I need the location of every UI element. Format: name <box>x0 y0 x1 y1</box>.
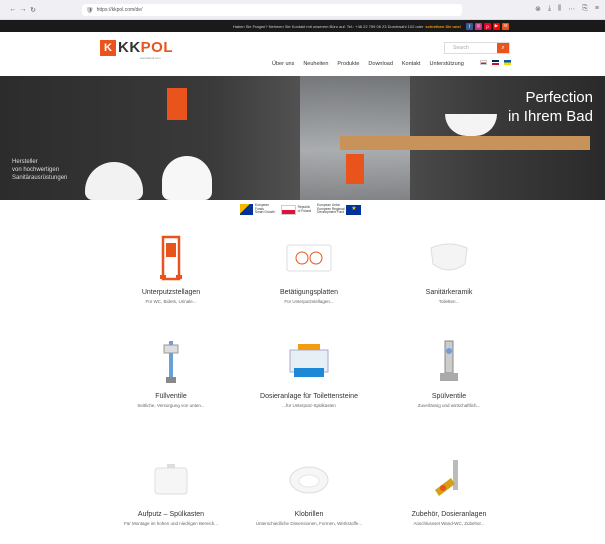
hero-banner: Perfection in Ihrem Bad Hersteller von h… <box>0 76 605 200</box>
logo-url: www.kkpol.com <box>140 56 161 60</box>
reload-icon[interactable]: ↻ <box>28 6 38 14</box>
nav-item-download[interactable]: Download <box>368 61 392 67</box>
instagram-icon[interactable]: ◎ <box>475 22 482 30</box>
pinterest-icon[interactable]: p <box>484 22 491 30</box>
product-title[interactable]: Zubehör, Dosieranlagen <box>364 511 534 518</box>
search-input[interactable]: Search <box>445 43 497 53</box>
contact-bar: Haben Sie Fragen? Nehmen Sie Kontakt mit… <box>0 20 605 32</box>
hero-washbasin-image <box>445 114 497 136</box>
product-description: Anschlussset Wand-WC, Zubehör... <box>413 521 485 526</box>
nav-item-contact[interactable]: Kontakt <box>402 61 421 67</box>
browser-toolbar: ← → ↻ 🛡 https://kkpol.com/de/ ⊗ ⤓ ⫼ ⋯ ⎘ … <box>0 0 605 20</box>
hero-wood-shelf <box>340 136 590 150</box>
account-icon[interactable]: ⎘ <box>582 5 588 13</box>
forward-icon[interactable]: → <box>18 6 28 13</box>
product-card[interactable]: Zubehör, Dosieranlagen Anschlussset Wand… <box>364 454 534 527</box>
search-icon[interactable]: ⌕ <box>497 43 509 53</box>
product-description: Zuverlässig und wirtschaftlich... <box>417 403 481 408</box>
back-icon[interactable]: ← <box>8 6 18 13</box>
site-logo[interactable]: K KKPOL www.kkpol.com <box>100 39 174 60</box>
library-icon[interactable]: ⫼ <box>558 5 561 13</box>
flag-ua-icon[interactable] <box>504 60 511 65</box>
shield-icon: 🛡 <box>86 7 94 14</box>
hero-towel-2 <box>346 154 364 184</box>
flag-pl-icon[interactable] <box>480 60 487 65</box>
site-header: K KKPOL www.kkpol.com Search ⌕ Über uns … <box>0 32 605 76</box>
extensions-icon[interactable]: ⋯ <box>568 5 575 13</box>
ceramic-toilet-image <box>364 232 534 284</box>
hero-bidet-image <box>162 156 212 200</box>
product-title[interactable]: Spülventile <box>364 393 534 400</box>
contact-link[interactable]: schreiben Sie uns! <box>425 24 461 29</box>
hero-toilet-image <box>85 162 143 200</box>
product-card[interactable]: Spülventile Zuverlässig und wirtschaftli… <box>364 336 534 409</box>
european-union-logo: European Union European Regional Developme… <box>317 203 362 216</box>
product-title[interactable]: Sanitärkeramik <box>364 289 534 296</box>
product-card[interactable]: Sanitärkeramik Toiletten... <box>364 232 534 305</box>
main-nav: Über uns Neuheiten Produkte Download Kon… <box>272 61 464 67</box>
mail-icon[interactable]: ✉ <box>502 22 509 30</box>
nav-item-news[interactable]: Neuheiten <box>303 61 328 67</box>
nav-item-support[interactable]: Unterstützung <box>430 61 464 67</box>
product-description: Toiletten... <box>438 299 460 304</box>
download-icon[interactable]: ⤓ <box>548 5 551 13</box>
address-bar[interactable]: 🛡 https://kkpol.com/de/ <box>82 4 462 16</box>
youtube-icon[interactable]: ▶ <box>493 22 500 30</box>
nav-item-products[interactable]: Produkte <box>337 61 359 67</box>
hero-slogan: Perfection in Ihrem Bad <box>507 89 593 125</box>
republic-of-poland-logo: Republic of Poland <box>280 203 311 216</box>
url-text: https://kkpol.com/de/ <box>96 7 143 13</box>
logo-mark: K <box>100 40 116 56</box>
accessories-image <box>364 454 534 506</box>
nav-item-about[interactable]: Über uns <box>272 61 294 67</box>
hero-towel <box>167 88 187 120</box>
language-switcher <box>480 60 511 65</box>
logo-text: KKPOL <box>118 39 174 56</box>
menu-icon[interactable]: ≡ <box>595 5 599 13</box>
contact-text: Haben Sie Fragen? Nehmen Sie Kontakt mit… <box>232 23 424 29</box>
flush-valve-image <box>364 336 534 388</box>
flag-en-icon[interactable] <box>492 60 499 65</box>
european-funds-logo: European Funds Smart Growth <box>240 203 275 216</box>
search-box: Search ⌕ <box>444 42 510 54</box>
facebook-icon[interactable]: f <box>466 22 473 30</box>
hero-claim: Hersteller von hochwertigen Sanitärausrü… <box>12 159 68 181</box>
eu-funding-logos[interactable]: European Funds Smart Growth Republic of Pol… <box>240 203 362 216</box>
pocket-icon[interactable]: ⊗ <box>535 5 541 13</box>
